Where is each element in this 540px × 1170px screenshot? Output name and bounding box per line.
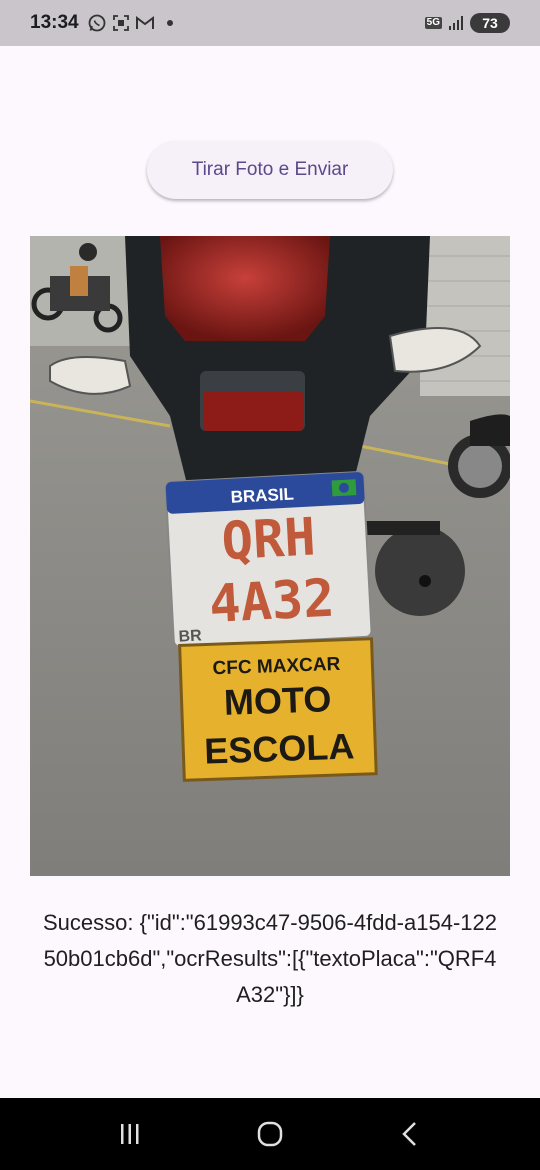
home-button[interactable] (240, 1104, 300, 1164)
back-icon (402, 1122, 416, 1146)
plate-line2: 4A32 (208, 569, 336, 635)
plate-br: BR (178, 627, 202, 645)
more-notifications-dot (166, 20, 173, 26)
sign-line2: MOTO (223, 678, 332, 723)
status-time: 13:34 (30, 12, 79, 33)
ocr-result-text: Sucesso: {"id":"61993c47-9506-4fdd-a154-… (43, 910, 497, 1007)
status-right: 5G 73 (424, 13, 510, 33)
recents-button[interactable] (100, 1104, 160, 1164)
recents-icon (121, 1124, 139, 1144)
battery-level: 73 (482, 15, 498, 31)
signal-icon (449, 16, 463, 30)
whatsapp-icon (88, 14, 106, 32)
back-button[interactable] (380, 1104, 440, 1164)
sign-line3: ESCOLA (204, 725, 355, 771)
battery-indicator: 73 (470, 13, 510, 33)
take-photo-send-button[interactable]: Tirar Foto e Enviar (147, 141, 393, 199)
notification-icons (87, 13, 173, 33)
sign-line1: CFC MAXCAR (212, 654, 341, 679)
screenshot-icon (112, 15, 129, 31)
motorcycle-photo-image: BRASIL QRH 4A32 BR CFC MAXCAR MOTO ESCOL… (30, 236, 510, 876)
plate-country: BRASIL (230, 484, 294, 506)
status-bar: 13:34 5G 73 (0, 0, 540, 46)
home-icon (257, 1121, 283, 1147)
network-type: 5G (424, 17, 442, 29)
captured-photo: BRASIL QRH 4A32 BR CFC MAXCAR MOTO ESCOL… (30, 236, 510, 876)
system-nav-bar (0, 1098, 540, 1170)
plate-line1: QRH (220, 507, 317, 572)
gmail-icon (135, 16, 154, 29)
